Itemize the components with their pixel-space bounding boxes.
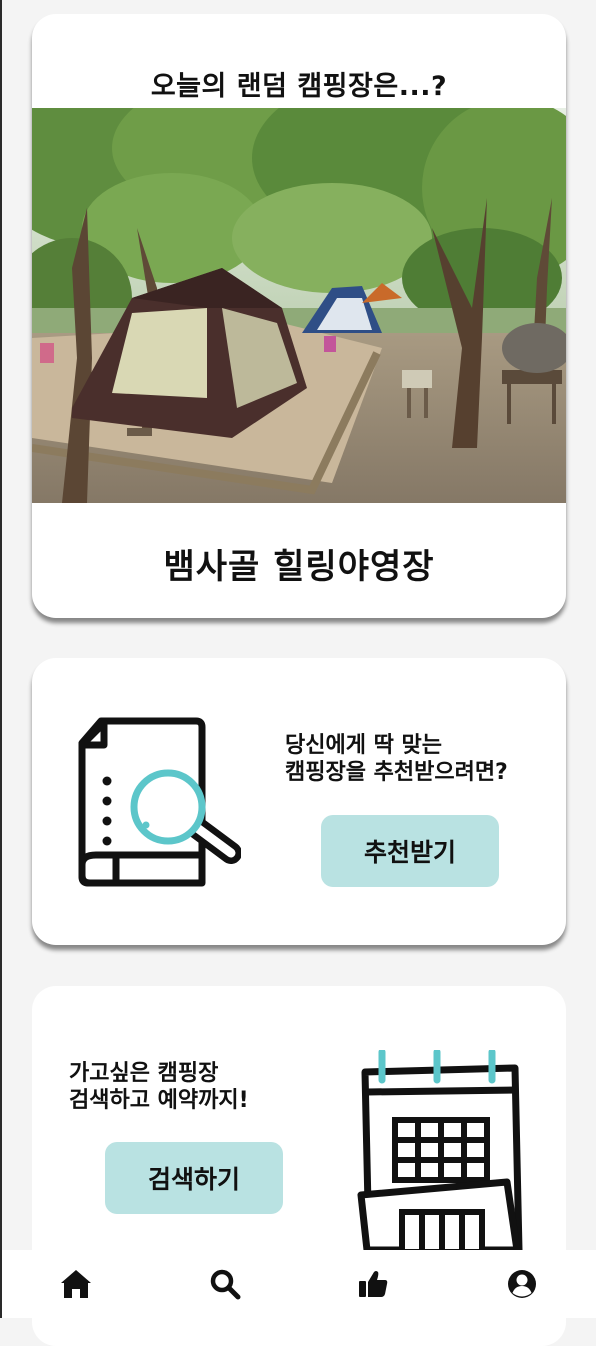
window-left-edge: [0, 0, 2, 1318]
nav-home[interactable]: [54, 1262, 98, 1306]
calendar-icon: [357, 1050, 523, 1255]
document-search-icon: [78, 717, 241, 887]
recommend-prompt-line2: 캠핑장을 추천받으려면?: [285, 760, 508, 785]
home-icon: [61, 1270, 92, 1298]
recommend-card: 당신에게 딱 맞는 캠핑장을 추천받으려면? 추천받기: [32, 658, 566, 945]
recommend-prompt: 당신에게 딱 맞는 캠핑장을 추천받으려면?: [285, 732, 508, 786]
nav-search[interactable]: [203, 1262, 247, 1306]
search-prompt: 가고싶은 캠핑장 검색하고 예약까지!: [69, 1060, 249, 1114]
campsite-name: 뱀사골 힐링야영장: [163, 547, 435, 587]
random-campsite-card[interactable]: 오늘의 랜덤 캠핑장은...? 뱀사골 힐링야영장: [32, 14, 566, 618]
recommend-button[interactable]: 추천받기: [321, 815, 499, 887]
bottom-navigation: [2, 1250, 596, 1318]
nav-likes[interactable]: [351, 1262, 395, 1306]
random-campsite-title: 오늘의 랜덤 캠핑장은...?: [150, 71, 448, 102]
campsite-photo: [32, 108, 566, 503]
thumbs-up-icon: [359, 1271, 388, 1297]
search-prompt-line1: 가고싶은 캠핑장: [69, 1061, 219, 1086]
search-prompt-line2: 검색하고 예약까지!: [69, 1088, 249, 1113]
profile-icon: [507, 1270, 536, 1298]
recommend-prompt-line1: 당신에게 딱 맞는: [285, 733, 442, 758]
search-button[interactable]: 검색하기: [105, 1142, 283, 1214]
nav-profile[interactable]: [500, 1262, 544, 1306]
search-icon: [210, 1269, 241, 1300]
